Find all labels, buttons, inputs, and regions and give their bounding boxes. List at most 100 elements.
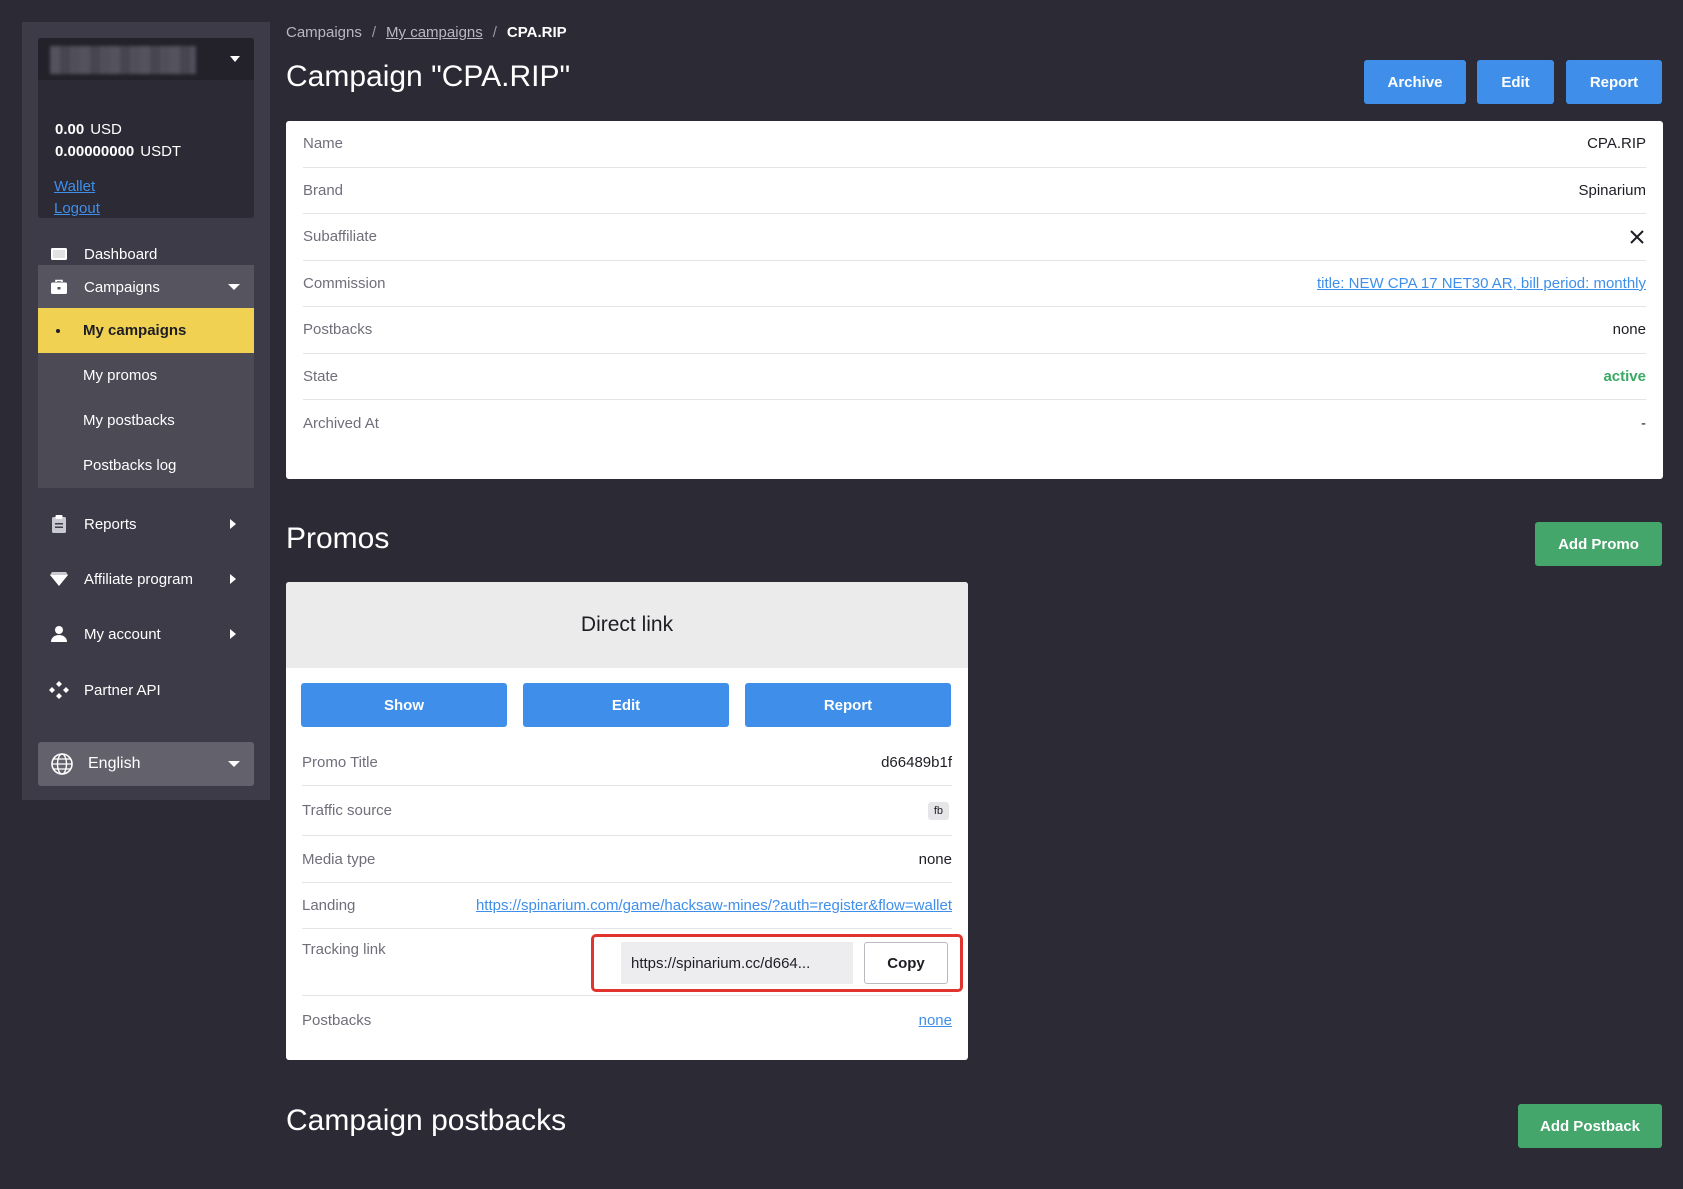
detail-value: -	[1641, 414, 1646, 432]
sidebar-item-label: Campaigns	[84, 278, 160, 296]
breadcrumb-link-my-campaigns[interactable]: My campaigns	[386, 24, 483, 41]
commission-link[interactable]: title: NEW CPA 17 NET30 AR, bill period:…	[1317, 275, 1646, 292]
sidebar-item-partner-api[interactable]: Partner API	[38, 668, 254, 712]
breadcrumb-separator: /	[371, 24, 377, 41]
detail-row-state: State active	[303, 354, 1646, 400]
detail-value: CPA.RIP	[1587, 135, 1646, 153]
status-badge: active	[1603, 367, 1646, 385]
detail-label: Postbacks	[303, 321, 373, 339]
breadcrumb: Campaigns / My campaigns / CPA.RIP	[286, 24, 567, 41]
report-promo-button[interactable]: Report	[745, 683, 951, 727]
sidebar-item-label: Partner API	[84, 681, 161, 699]
promo-label: Media type	[302, 850, 376, 868]
promo-row-traffic-source: Traffic source fb	[302, 786, 952, 836]
promo-label: Postbacks	[302, 1011, 372, 1029]
report-button[interactable]: Report	[1566, 60, 1662, 104]
chevron-down-icon	[228, 761, 240, 767]
detail-value: none	[1612, 321, 1646, 339]
user-icon	[48, 623, 70, 645]
close-icon	[1628, 228, 1646, 246]
detail-row-archived-at: Archived At -	[303, 400, 1646, 447]
postbacks-link[interactable]: none	[919, 1012, 952, 1029]
detail-label: State	[303, 367, 339, 385]
balance-usd: 0.00 USD	[55, 121, 122, 138]
tracking-link-highlight: https://spinarium.cc/d664... Copy	[591, 934, 963, 992]
detail-row-commission: Commission title: NEW CPA 17 NET30 AR, b…	[303, 261, 1646, 307]
landing-link[interactable]: https://spinarium.com/game/hacksaw-mines…	[476, 897, 952, 914]
wallet-link[interactable]: Wallet	[54, 178, 95, 195]
sidebar-item-postbacks-log[interactable]: Postbacks log	[38, 443, 254, 488]
logout-link[interactable]: Logout	[54, 200, 100, 217]
chevron-down-icon	[228, 284, 240, 290]
balance-currency: USD	[90, 121, 122, 138]
sidebar-item-label: Affiliate program	[84, 570, 193, 588]
campaigns-submenu: My campaigns My promos My postbacks Post…	[38, 308, 254, 488]
clipboard-icon	[48, 513, 70, 535]
account-selector[interactable]	[38, 38, 254, 80]
dashboard-icon	[48, 243, 70, 265]
traffic-source-badge: fb	[927, 801, 949, 820]
promos-title: Promos	[286, 522, 390, 555]
promo-row-title: Promo Title d66489b1f	[302, 740, 952, 786]
detail-row-name: Name CPA.RIP	[303, 121, 1646, 168]
promo-value: none	[918, 850, 952, 868]
detail-label: Commission	[303, 274, 386, 292]
sidebar-item-my-promos[interactable]: My promos	[38, 353, 254, 398]
chevron-right-icon	[230, 629, 236, 639]
chevron-down-icon	[230, 56, 240, 62]
add-postback-button[interactable]: Add Postback	[1518, 1104, 1662, 1148]
sidebar: 0.00 USD 0.00000000 USDT Wallet Logout Das…	[22, 22, 270, 800]
promo-label: Traffic source	[302, 802, 393, 819]
sidebar-item-affiliate-program[interactable]: Affiliate program	[38, 557, 254, 601]
archive-button[interactable]: Archive	[1364, 60, 1466, 104]
sidebar-item-label: Reports	[84, 515, 137, 533]
sidebar-item-my-postbacks[interactable]: My postbacks	[38, 398, 254, 443]
promo-label: Promo Title	[302, 754, 378, 771]
edit-promo-button[interactable]: Edit	[523, 683, 729, 727]
account-name-redacted	[50, 46, 196, 74]
chevron-right-icon	[230, 574, 236, 584]
detail-value: Spinarium	[1578, 181, 1646, 199]
campaign-details-card: Name CPA.RIP Brand Spinarium Subaffiliat…	[286, 121, 1663, 479]
breadcrumb-separator: /	[492, 24, 497, 41]
show-promo-button[interactable]: Show	[301, 683, 507, 727]
promo-label: Tracking link	[302, 941, 386, 958]
balance-amount: 0.00000000	[55, 143, 135, 160]
account-box: 0.00 USD 0.00000000 USDT Wallet Logout	[38, 38, 254, 218]
detail-label: Name	[303, 135, 344, 153]
language-label: English	[88, 755, 141, 772]
promo-value: d66489b1f	[881, 754, 952, 771]
sidebar-item-reports[interactable]: Reports	[38, 502, 254, 546]
page-title: Campaign "CPA.RIP"	[286, 60, 571, 93]
detail-label: Brand	[303, 181, 344, 199]
chevron-right-icon	[230, 519, 236, 529]
promo-row-postbacks: Postbacks none	[302, 996, 952, 1044]
promo-card-header: Direct link	[286, 582, 968, 668]
copy-button[interactable]: Copy	[864, 942, 948, 984]
promo-label: Landing	[302, 897, 356, 914]
edit-campaign-button[interactable]: Edit	[1477, 60, 1554, 104]
breadcrumb-current: CPA.RIP	[506, 24, 567, 41]
api-nodes-icon	[48, 679, 70, 701]
promo-row-media-type: Media type none	[302, 836, 952, 883]
sidebar-item-my-campaigns[interactable]: My campaigns	[38, 308, 254, 353]
diamond-icon	[48, 568, 70, 590]
balance-amount: 0.00	[55, 121, 85, 138]
detail-label: Archived At	[303, 414, 379, 432]
language-select[interactable]: English	[38, 742, 254, 786]
sidebar-item-campaigns[interactable]: Campaigns	[38, 265, 254, 309]
balance-currency: USDT	[140, 143, 182, 160]
sidebar-item-label: Dashboard	[84, 245, 158, 263]
briefcase-icon	[48, 276, 70, 298]
sidebar-item-my-account[interactable]: My account	[38, 612, 254, 656]
detail-row-subaffiliate: Subaffiliate	[303, 214, 1646, 261]
promo-row-landing: Landing https://spinarium.com/game/hacks…	[302, 883, 952, 929]
detail-row-brand: Brand Spinarium	[303, 168, 1646, 214]
promo-card: Direct link Show Edit Report Promo Title…	[286, 582, 968, 1060]
detail-row-postbacks: Postbacks none	[303, 307, 1646, 354]
sidebar-collapse-handle[interactable]: 〈	[4, 578, 38, 614]
add-promo-button[interactable]: Add Promo	[1535, 522, 1662, 566]
breadcrumb-root: Campaigns	[286, 24, 362, 41]
tracking-link-field[interactable]: https://spinarium.cc/d664...	[621, 942, 853, 984]
campaign-postbacks-title: Campaign postbacks	[286, 1104, 567, 1137]
